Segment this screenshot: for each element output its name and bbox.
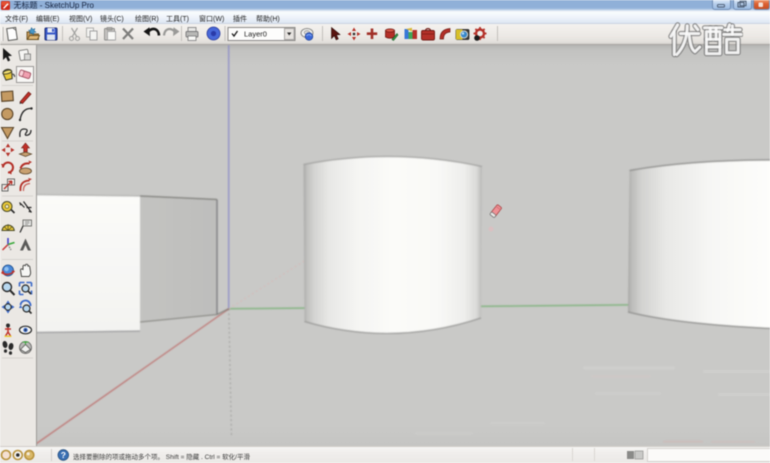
svg-text:Layer0: Layer0 bbox=[244, 30, 267, 39]
svg-text:?: ? bbox=[61, 450, 66, 460]
